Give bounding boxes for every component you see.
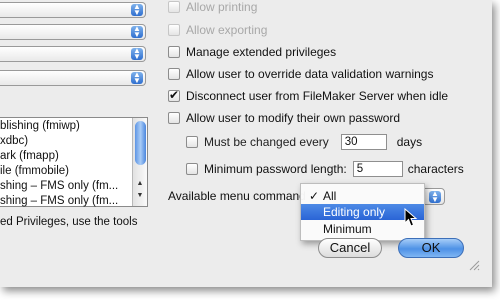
privilege-set-dialog: ▲ ▼ ▲ ▼ ▲ ▼ ▲ ▼ blishing (fmiwp) xdbc) ark (… — [0, 0, 492, 287]
updown-arrows-icon: ▲ ▼ — [131, 47, 143, 61]
password-change-label: Must be changed every — [204, 135, 329, 149]
checkbox[interactable] — [186, 136, 198, 148]
option-allow-printing[interactable]: Allow printing — [168, 0, 257, 15]
checkbox-checked[interactable] — [168, 88, 180, 102]
list-item[interactable]: ile (fmmobile) — [0, 165, 69, 177]
option-label: Allow exporting — [186, 23, 268, 37]
password-minlength-field[interactable]: 5 — [352, 161, 403, 177]
password-days-field[interactable]: 30 — [340, 134, 387, 150]
left-popup-4[interactable]: ▲ ▼ — [0, 70, 146, 86]
updown-arrows-icon: ▲ ▼ — [131, 71, 143, 85]
updown-arrows-icon: ▲ ▼ — [131, 25, 143, 39]
resize-grip-icon[interactable] — [468, 259, 480, 271]
checkbox[interactable] — [168, 46, 180, 58]
updown-arrows-icon: ▲ ▼ — [429, 190, 441, 204]
list-item[interactable]: blishing (fmiwp) — [0, 120, 80, 132]
option-password-change[interactable]: Must be changed every 30 days — [186, 134, 422, 150]
option-disconnect-idle[interactable]: Disconnect user from FileMaker Server wh… — [168, 88, 448, 104]
list-item[interactable]: xdbc) — [0, 135, 28, 147]
days-unit-label: days — [396, 135, 423, 149]
option-modify-own-password[interactable]: Allow user to modify their own password — [168, 110, 400, 126]
option-override-validation[interactable]: Allow user to override data validation w… — [168, 66, 433, 82]
option-label: Allow printing — [186, 0, 258, 14]
checkbox[interactable] — [186, 163, 198, 175]
menu-commands-label: Available menu command — [168, 188, 306, 204]
left-popup-3[interactable]: ▲ ▼ — [0, 46, 146, 62]
menu-commands-select[interactable]: ▲ ▼ — [423, 188, 445, 205]
option-label: Allow user to override data validation w… — [186, 67, 434, 81]
updown-arrows-icon: ▲ ▼ — [131, 3, 143, 17]
list-item[interactable]: ark (fmapp) — [0, 150, 59, 162]
privileges-note: ed Privileges, use the tools — [0, 216, 138, 228]
list-scrollbar[interactable]: ▲ ▼ — [132, 118, 147, 206]
option-label: Disconnect user from FileMaker Server wh… — [186, 89, 449, 103]
menu-option-label: Minimum — [323, 222, 372, 236]
scrollbar-thumb[interactable] — [135, 121, 146, 165]
scroll-down-arrow-icon[interactable]: ▼ — [134, 192, 146, 202]
scroll-up-arrow-icon[interactable]: ▲ — [134, 180, 146, 190]
option-allow-exporting[interactable]: Allow exporting — [168, 22, 267, 38]
password-minlength-label: Minimum password length: — [204, 162, 347, 176]
checkbox[interactable] — [168, 24, 180, 36]
checkmark-icon: ✓ — [309, 189, 320, 203]
option-password-minlength[interactable]: Minimum password length: 5 characters — [186, 161, 464, 177]
list-item[interactable]: shing – FMS only (fm... — [0, 180, 118, 192]
left-popup-2[interactable]: ▲ ▼ — [0, 24, 146, 40]
list-item[interactable]: shing – FMS only (fm... — [0, 195, 118, 207]
checkbox[interactable] — [168, 1, 180, 13]
characters-unit-label: characters — [407, 162, 464, 176]
option-label: Manage extended privileges — [186, 45, 337, 59]
pointer-cursor-icon — [404, 208, 418, 227]
checkbox[interactable] — [168, 68, 180, 80]
menu-option-label: Editing only — [323, 205, 386, 219]
menu-commands-label-text: Available menu command — [168, 189, 306, 203]
option-manage-extended-privileges[interactable]: Manage extended privileges — [168, 44, 336, 60]
ok-button[interactable]: OK — [398, 238, 464, 258]
menu-option-all[interactable]: ✓ All — [301, 188, 424, 204]
menu-option-label: All — [323, 189, 337, 203]
extended-privileges-list[interactable]: blishing (fmiwp) xdbc) ark (fmapp) ile (… — [0, 117, 148, 207]
checkbox[interactable] — [168, 112, 180, 124]
option-label: Allow user to modify their own password — [186, 111, 401, 125]
cancel-button[interactable]: Cancel — [318, 238, 382, 258]
left-popup-1[interactable]: ▲ ▼ — [0, 2, 146, 18]
